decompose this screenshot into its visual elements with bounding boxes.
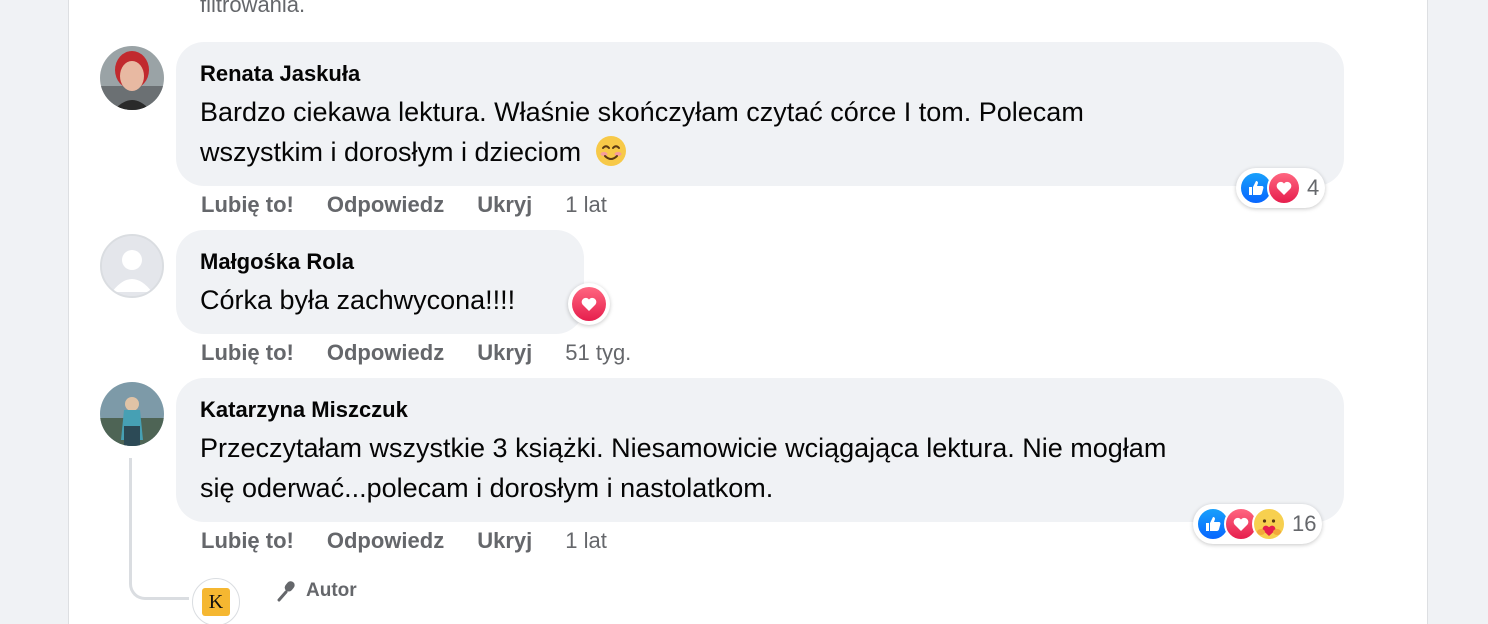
comment-author[interactable]: Renata Jaskuła [200, 60, 1320, 88]
smiling-face-emoji [595, 135, 627, 178]
like-button[interactable]: Lubię to! [201, 528, 294, 554]
reply-button[interactable]: Odpowiedz [327, 340, 444, 366]
avatar-page-logo[interactable]: K [192, 578, 240, 624]
comment-text-line: wszystkim i dorosłym i dzieciom [200, 137, 582, 167]
truncated-text: filtrowania. [200, 0, 306, 17]
comment-bubble: Małgośka Rola Córka była zachwycona!!!! [176, 230, 584, 334]
love-icon [572, 287, 606, 321]
comment-text: Przeczytałam wszystkie 3 książki. Niesam… [200, 428, 1320, 508]
comment-bubble: Renata Jaskuła Bardzo ciekawa lektura. W… [176, 42, 1344, 186]
microphone-icon [277, 581, 295, 602]
hide-button[interactable]: Ukryj [477, 192, 532, 218]
comment-actions: Lubię to! Odpowiedz Ukryj 51 tyg. [201, 340, 664, 366]
author-badge: Autor [276, 580, 357, 602]
reply-button[interactable]: Odpowiedz [327, 192, 444, 218]
timestamp[interactable]: 51 tyg. [565, 340, 631, 366]
comment-text: Córka była zachwycona!!!! [200, 285, 516, 315]
logo-letter: K [208, 590, 224, 613]
comment-author[interactable]: Katarzyna Miszczuk [200, 396, 1320, 424]
author-badge-label: Autor [306, 580, 357, 601]
love-icon [1267, 171, 1301, 205]
reaction-count: 16 [1292, 511, 1317, 536]
comment-text-line: się oderwać...polecam i dorosłym i nasto… [200, 473, 774, 503]
comment-bubble: Katarzyna Miszczuk Przeczytałam wszystki… [176, 378, 1344, 522]
comment-author[interactable]: Małgośka Rola [200, 248, 560, 276]
comment-text-line: Przeczytałam wszystkie 3 książki. Niesam… [200, 433, 1167, 463]
reaction-summary[interactable] [568, 283, 610, 325]
like-button[interactable]: Lubię to! [201, 192, 294, 218]
timestamp[interactable]: 1 lat [565, 192, 607, 218]
comment-actions: Lubię to! Odpowiedz Ukryj 1 lat [201, 528, 640, 554]
reaction-count: 4 [1307, 175, 1320, 200]
comment-actions: Lubię to! Odpowiedz Ukryj 1 lat [201, 192, 640, 218]
timestamp[interactable]: 1 lat [565, 528, 607, 554]
like-button[interactable]: Lubię to! [201, 340, 294, 366]
hide-button[interactable]: Ukryj [477, 340, 532, 366]
reaction-summary[interactable]: 4 [1236, 168, 1326, 208]
avatar-default[interactable] [100, 234, 164, 298]
avatar-renata[interactable] [100, 46, 164, 110]
comment-text: Bardzo ciekawa lektura. Właśnie skończył… [200, 92, 1320, 178]
hide-button[interactable]: Ukryj [477, 528, 532, 554]
care-icon [1252, 507, 1286, 541]
comment-text-line: Bardzo ciekawa lektura. Właśnie skończył… [200, 97, 1084, 127]
logo-mark: K [202, 588, 230, 616]
reply-button[interactable]: Odpowiedz [327, 528, 444, 554]
avatar-katarzyna[interactable] [100, 382, 164, 446]
reaction-summary[interactable]: 16 [1193, 504, 1323, 544]
